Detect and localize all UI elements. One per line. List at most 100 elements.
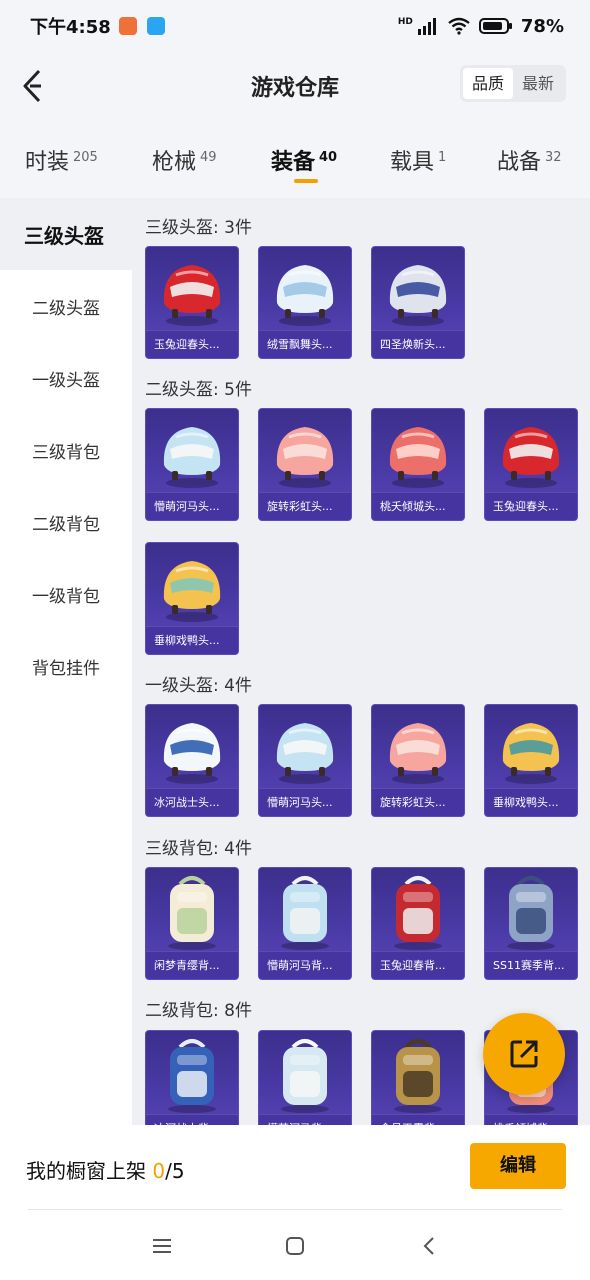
item-name: 桃夭倾城头... [372,492,464,520]
battery-percent: 78% [520,15,564,37]
item-card[interactable]: 闲梦青缨背... [145,867,239,980]
divider [28,1209,562,1210]
signal-icon [417,18,436,35]
item-card[interactable]: 旋转彩虹头... [258,408,352,521]
section-title: 一级头盔: 4件 [145,676,252,696]
item-name: 懵萌河马头... [146,492,238,520]
header: 游戏仓库 品质 最新 [0,52,590,122]
system-back-button[interactable] [414,1231,444,1261]
item-name: 玉兔迎春头... [146,330,238,358]
item-card[interactable]: 玉兔迎春头... [145,246,239,359]
active-tab-indicator [294,179,318,183]
item-card[interactable]: 桃夭倾城头... [371,408,465,521]
category-tabs: 时装 205 枪械 49 装备 40 载具 1 战备 32 [0,128,590,198]
item-grid: 三级头盔: 3件 二级头盔: 5件 一级头盔: 4件 三级背包: 4件 二级背包… [132,198,590,1125]
item-card[interactable]: 冰河战士背... [145,1030,239,1125]
share-icon [510,1040,538,1068]
notification-app-icon [146,17,165,35]
item-card[interactable]: 懵萌河马头... [258,704,352,817]
helmet-icon [146,705,238,791]
item-card[interactable]: 旋转彩虹头... [371,704,465,817]
system-navigation-bar [0,1211,590,1280]
item-name: 懵萌河马背... [259,951,351,979]
sidebar-item-level1-helmet[interactable]: 一级头盔 [0,342,132,414]
tab-count: 40 [319,150,338,165]
tab-equipment[interactable]: 装备 40 [271,144,337,176]
backpack-icon [146,1031,238,1117]
sidebar-item-level2-backpack[interactable]: 二级背包 [0,486,132,558]
home-button[interactable] [280,1231,310,1261]
item-name: 旋转彩虹头... [259,492,351,520]
section-title: 三级背包: 4件 [145,839,252,859]
tab-fashion[interactable]: 时装 205 [25,144,98,176]
item-name: 旋转彩虹头... [372,788,464,816]
back-button[interactable] [12,66,52,106]
item-card[interactable]: 冰河战士头... [145,704,239,817]
item-card[interactable]: 金月天霞背... [371,1030,465,1125]
item-name: 垂柳戏鸭头... [485,788,577,816]
notification-app-icon [118,17,137,35]
helmet-icon [485,409,577,495]
item-card[interactable]: 玉兔迎春背... [371,867,465,980]
chevron-left-icon [423,1237,434,1255]
section-title: 二级背包: 8件 [145,1001,252,1021]
backpack-icon [485,868,577,954]
item-name: 闲梦青缨背... [146,951,238,979]
showcase-bar: 我的橱窗上架 0/5 编辑 [0,1125,590,1211]
item-card[interactable]: 懵萌河马头... [145,408,239,521]
tab-vehicles[interactable]: 载具 1 [390,144,446,176]
showcase-label: 我的橱窗上架 [26,1159,146,1183]
item-name: 懵萌河马背... [259,1114,351,1125]
helmet-icon [372,409,464,495]
share-button[interactable] [483,1013,565,1095]
tab-firearms[interactable]: 枪械 49 [152,144,217,176]
sort-option-quality[interactable]: 品质 [463,68,513,99]
status-time: 下午4:58 [30,17,111,38]
tab-supplies[interactable]: 战备 32 [497,144,562,176]
helmet-icon [259,247,351,333]
edit-button[interactable]: 编辑 [470,1143,566,1189]
menu-button[interactable] [147,1231,177,1261]
showcase-total-count: /5 [165,1159,185,1183]
item-card[interactable]: 懵萌河马背... [258,867,352,980]
showcase-current-count: 0 [152,1159,166,1183]
sidebar-item-level2-helmet[interactable]: 二级头盔 [0,270,132,342]
helmet-icon [372,247,464,333]
tab-count: 205 [73,150,98,165]
home-icon [286,1237,304,1255]
sort-option-latest[interactable]: 最新 [513,68,563,99]
backpack-icon [259,868,351,954]
tab-label: 载具 [390,150,435,175]
sidebar: 三级头盔 二级头盔 一级头盔 三级背包 二级背包 一级背包 背包挂件 [0,198,132,1125]
item-card[interactable]: 垂柳戏鸭头... [484,704,578,817]
helmet-icon [259,409,351,495]
item-card[interactable]: 垂柳戏鸭头... [145,542,239,655]
item-name: 冰河战士头... [146,788,238,816]
helmet-icon [146,543,238,629]
network-type-label: HD [397,16,413,27]
item-name: 懵萌河马头... [259,788,351,816]
sidebar-item-level3-helmet[interactable]: 三级头盔 [0,198,132,270]
wifi-icon [448,17,470,35]
tab-label: 枪械 [152,150,197,175]
item-card[interactable]: SS11赛季背... [484,867,578,980]
helmet-icon [259,705,351,791]
section-title: 三级头盔: 3件 [145,218,252,238]
item-name: 玉兔迎春背... [372,951,464,979]
backpack-icon [372,868,464,954]
item-card[interactable]: 懵萌河马背... [258,1030,352,1125]
status-bar: 下午4:58 HD 78% [0,0,590,52]
item-name: SS11赛季背... [485,951,577,979]
item-name: 玉兔迎春头... [485,492,577,520]
item-card[interactable]: 四圣焕新头... [371,246,465,359]
battery-icon [478,18,512,34]
tab-label: 时装 [25,150,70,175]
item-card[interactable]: 绒雪飘舞头... [258,246,352,359]
sidebar-item-backpack-charm[interactable]: 背包挂件 [0,630,132,702]
sidebar-item-level3-backpack[interactable]: 三级背包 [0,414,132,486]
section-title: 二级头盔: 5件 [145,380,252,400]
helmet-icon [485,705,577,791]
sidebar-item-level1-backpack[interactable]: 一级背包 [0,558,132,630]
item-card[interactable]: 玉兔迎春头... [484,408,578,521]
backpack-icon [146,868,238,954]
